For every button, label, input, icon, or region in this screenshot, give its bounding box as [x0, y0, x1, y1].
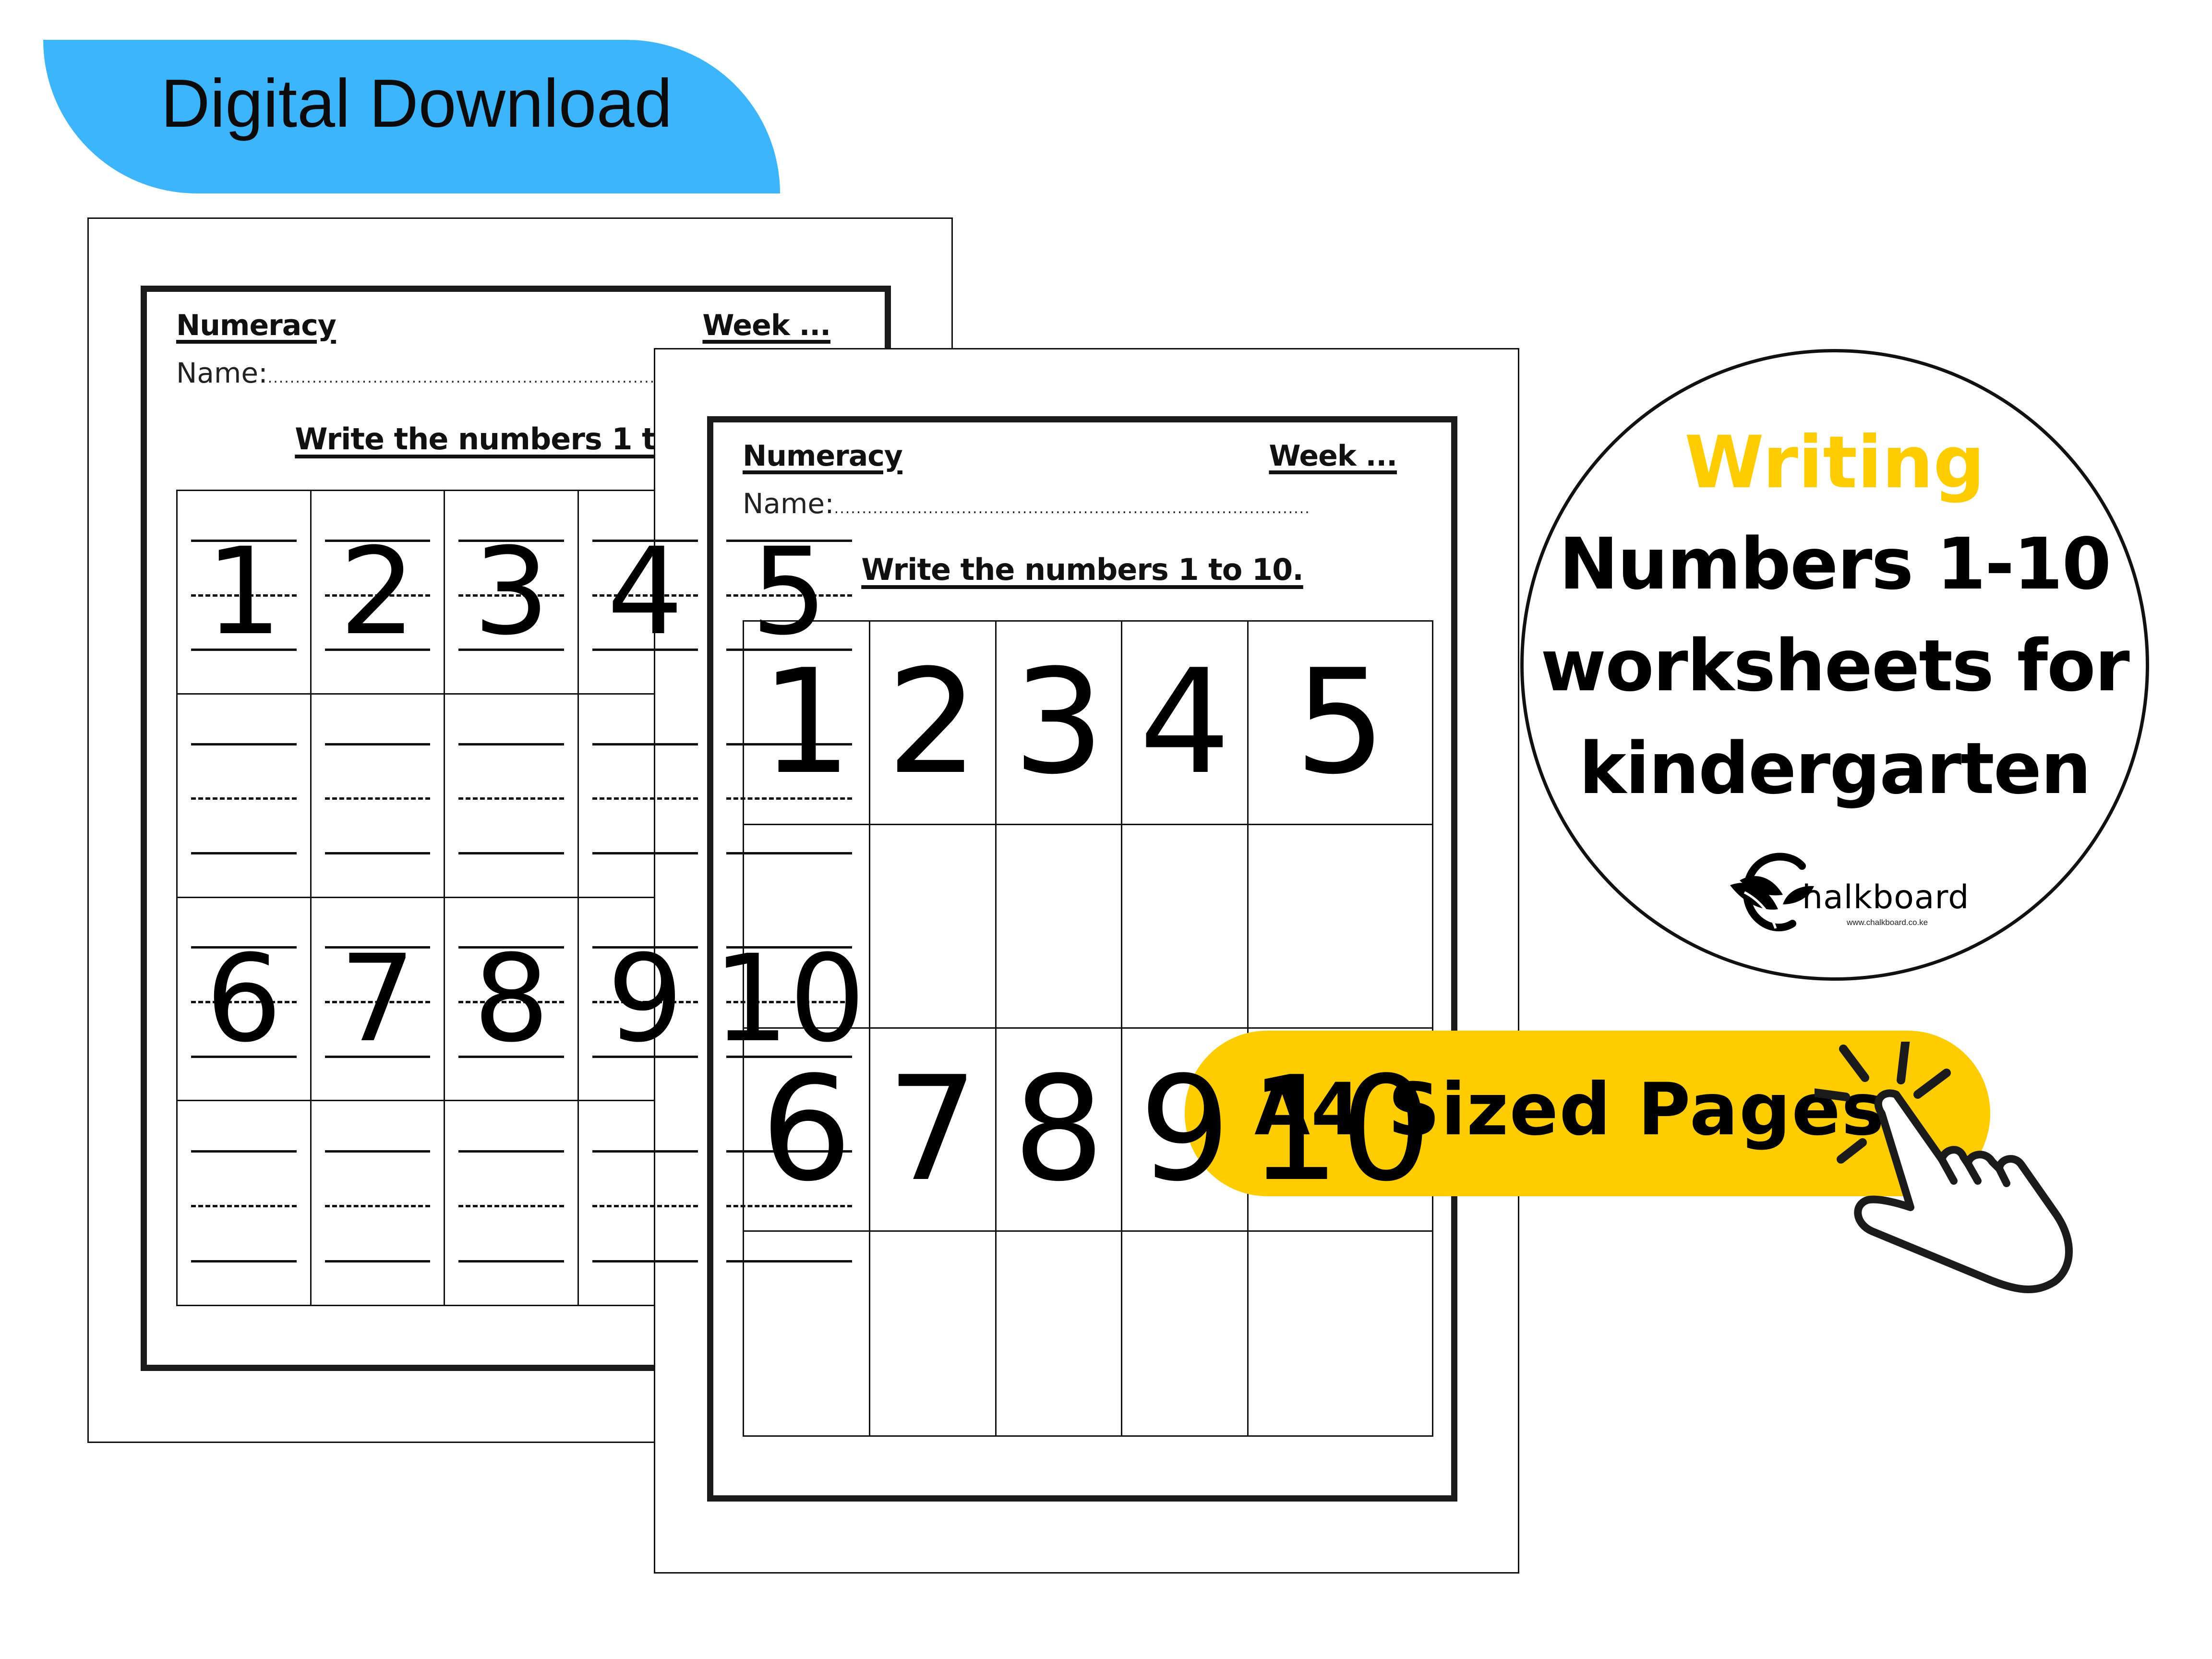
worksheet-subject: Numeracy: [743, 439, 903, 473]
model-digit: 4: [1139, 638, 1231, 806]
pointing-hand-click-icon: [1815, 1042, 2073, 1293]
model-digit: 2: [887, 638, 979, 806]
grid-cell-blank: [445, 694, 579, 898]
grid-cell: 8: [996, 1028, 1123, 1232]
guide-lines: [191, 1101, 297, 1305]
grid-cell-blank: [579, 1101, 713, 1305]
guide-lines: [592, 695, 698, 897]
grid-cell: 2: [870, 622, 997, 825]
grid-cell-blank: [178, 694, 312, 898]
grid-cell: 9: [1122, 1028, 1249, 1232]
tracing-digit: 8: [473, 928, 550, 1069]
logo-wordmark: halkboard: [1802, 878, 1970, 916]
grid-cell: 3: [996, 622, 1123, 825]
grid-cell-blank: [996, 825, 1123, 1029]
tracing-digit: 7: [339, 928, 416, 1069]
grid-cell: 5: [1249, 622, 1432, 825]
model-digit: 5: [1294, 638, 1386, 806]
grid-cell: 4: [579, 491, 713, 695]
grid-cell: 8: [445, 898, 579, 1102]
guide-lines: [592, 1101, 698, 1305]
grid-cell: 9: [579, 898, 713, 1102]
grid-cell: 7: [311, 898, 445, 1102]
worksheet-subject: Numeracy: [176, 309, 337, 342]
digital-download-banner: Digital Download: [43, 40, 780, 193]
model-digit: 1: [760, 638, 853, 806]
chalkboard-logo: halkboard www.chalkboard.co.ke: [1730, 852, 1969, 938]
grid-cell: 7: [870, 1028, 997, 1232]
worksheet-week: Week ...: [1269, 439, 1397, 473]
logo-url: www.chalkboard.co.ke: [1847, 918, 1928, 927]
grid-cell: 2: [311, 491, 445, 695]
guide-lines: [325, 695, 431, 897]
grid-cell-blank: [579, 694, 713, 898]
grid-cell-blank: [1122, 1232, 1249, 1435]
burst-line: [1815, 1088, 1850, 1101]
model-digit: 6: [760, 1045, 853, 1213]
tracing-digit: 1: [205, 522, 282, 662]
grid-cell-blank: [312, 1101, 445, 1305]
badge-kicker: Writing: [1684, 421, 1985, 505]
grid-cell-blank: [1249, 1232, 1432, 1435]
name-dots: ........................................…: [834, 500, 1310, 517]
badge-title-line-1: Numbers 1-10: [1559, 523, 2112, 605]
product-title-badge: Writing Numbers 1-10 worksheets for kind…: [1520, 349, 2149, 981]
model-digit: 8: [1013, 1045, 1105, 1213]
badge-title-line-3: kindergarten: [1579, 727, 2091, 810]
tracing-digit: 3: [473, 522, 550, 662]
grid-cell: 6: [178, 898, 312, 1102]
burst-line: [1837, 1138, 1867, 1164]
tracing-digit: 4: [607, 522, 684, 662]
guide-lines: [458, 1101, 565, 1305]
grid-cell-blank: [445, 1101, 579, 1305]
grid-cell: 1: [178, 491, 312, 695]
tracing-digit: 5: [751, 522, 828, 662]
banner-label: Digital Download: [161, 65, 673, 142]
burst-line: [1913, 1069, 1951, 1099]
guide-lines: [325, 1101, 431, 1305]
grid-cell-blank: [178, 1101, 312, 1305]
grid-cell: 3: [445, 491, 579, 695]
grid-cell-blank: [997, 1232, 1123, 1435]
grid-cell: 1: [744, 622, 870, 825]
model-digit: 9: [1139, 1045, 1231, 1213]
guide-lines: [191, 695, 297, 897]
hand-shape: [1854, 1089, 2073, 1293]
grid-cell: 6: [744, 1028, 870, 1232]
grid-cell: 4: [1122, 622, 1249, 825]
grid-cell-blank: [870, 825, 997, 1029]
model-digit: 10: [1249, 1045, 1432, 1213]
name-label: Name:: [176, 357, 268, 389]
tracing-digit: 2: [339, 522, 416, 662]
grid-cell-blank: [1249, 825, 1432, 1029]
burst-line: [1839, 1045, 1869, 1082]
grid-cell: 10: [1249, 1029, 1432, 1232]
tracing-digit: 6: [205, 928, 282, 1069]
grid-cell-blank: [1122, 825, 1249, 1029]
badge-title-line-2: worksheets for: [1540, 625, 2129, 707]
worksheet-week: Week ...: [702, 309, 831, 342]
guide-lines: [458, 695, 565, 897]
model-digit: 3: [1013, 638, 1105, 806]
tracing-digit: 10: [712, 928, 866, 1069]
burst-line: [1897, 1042, 1910, 1084]
model-digit: 7: [887, 1045, 979, 1213]
grid-cell-blank: [870, 1232, 997, 1435]
tracing-digit: 9: [607, 928, 684, 1069]
grid-cell-blank: [311, 694, 445, 898]
